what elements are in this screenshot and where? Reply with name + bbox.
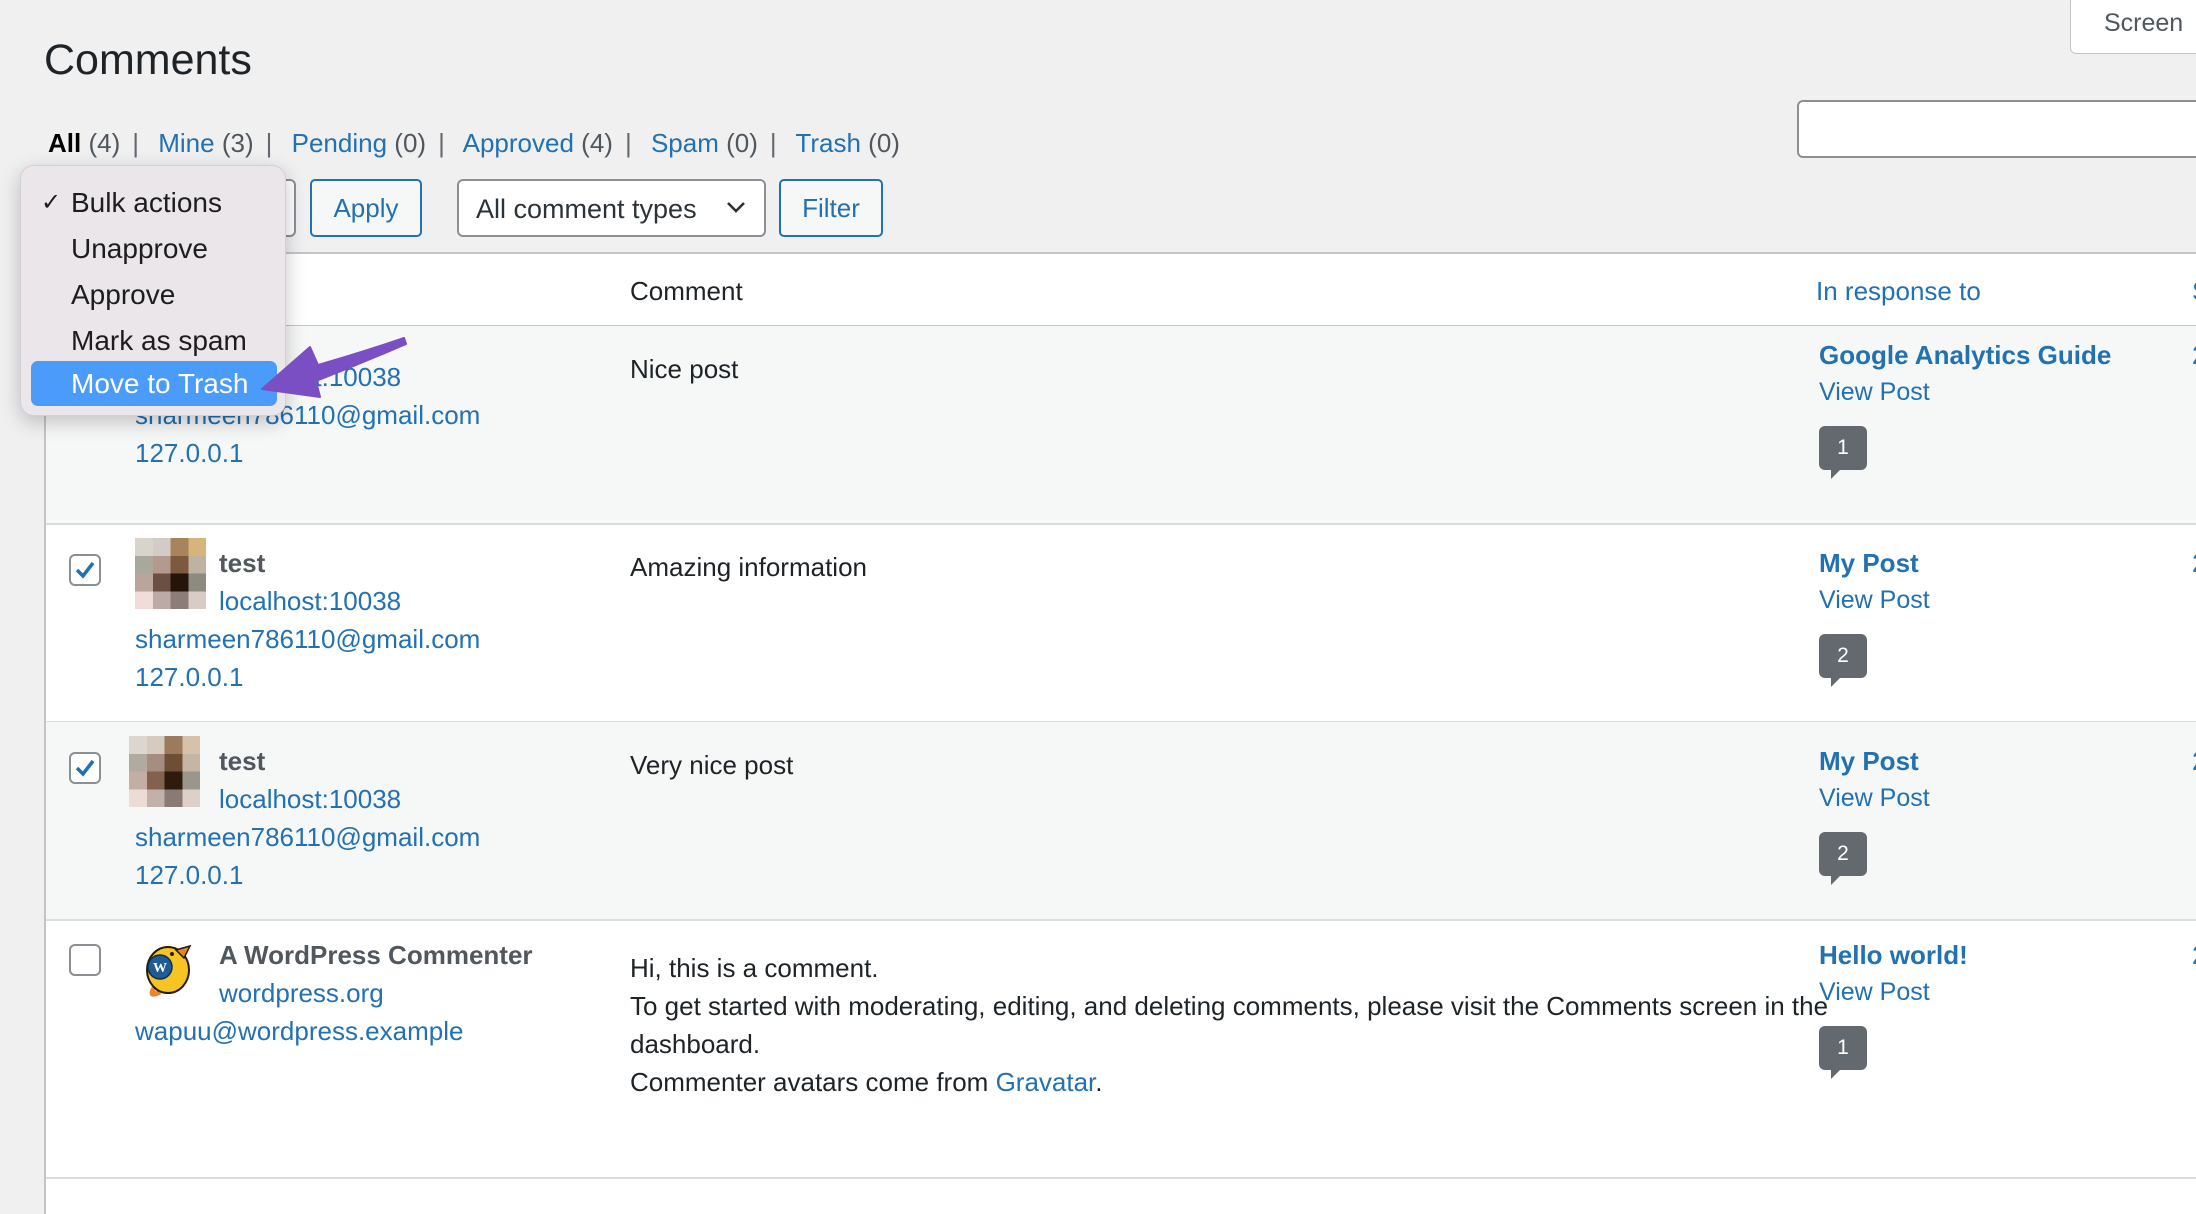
view-post-link[interactable]: View Post	[1819, 784, 1930, 813]
author-name: A WordPress Commenter	[219, 940, 533, 970]
author-email[interactable]: sharmeen786110@gmail.com	[135, 624, 480, 655]
svg-text:W: W	[153, 961, 167, 976]
view-post-link[interactable]: View Post	[1819, 978, 1930, 1007]
author-url[interactable]: localhost:10038	[219, 784, 401, 815]
comment-text: Hi, this is a comment. To get started wi…	[630, 953, 1829, 1097]
separator: |	[132, 128, 140, 158]
status-link-spam[interactable]: Spam (0)	[651, 128, 758, 158]
separator: |	[624, 128, 632, 158]
screen-options-button[interactable]: Screen	[2070, 0, 2196, 54]
view-post-link[interactable]: View Post	[1819, 586, 1930, 615]
wapuu-avatar-icon: W	[146, 944, 192, 997]
status-link-approved[interactable]: Approved (4)	[463, 128, 613, 158]
response-post-title[interactable]: Hello world!	[1819, 940, 1968, 971]
column-header-submitted-on[interactable]: S	[2192, 276, 2196, 307]
apply-button[interactable]: Apply	[310, 179, 422, 237]
submitted-date-partial: 2	[2192, 746, 2196, 777]
avatar-icon	[129, 736, 200, 807]
response-post-title[interactable]: My Post	[1819, 746, 1919, 777]
page-title: Comments	[44, 36, 252, 84]
author-ip[interactable]: 127.0.0.1	[135, 860, 243, 891]
status-filter-links: All (4) | Mine (3) | Pending (0) | Approved…	[48, 128, 900, 159]
comment-count-bubble[interactable]: 1	[1819, 426, 1867, 479]
author-name: test	[219, 746, 266, 776]
comment-count-bubble[interactable]: 2	[1819, 634, 1867, 687]
speech-bubble-tail	[1831, 677, 1841, 687]
menu-item-bulk-actions[interactable]: ✓ Bulk actions	[31, 180, 277, 225]
row-checkbox[interactable]	[69, 944, 101, 976]
filter-label: Filter	[802, 192, 860, 223]
comment-type-selected: All comment types	[476, 194, 697, 224]
table-row: test localhost:10038 sharmeen786110@gmai…	[46, 722, 2196, 921]
author-email[interactable]: sharmeen786110@gmail.com	[135, 822, 480, 853]
status-link-all[interactable]: All (4)	[48, 128, 120, 158]
status-link-mine[interactable]: Mine (3)	[158, 128, 253, 158]
chevron-down-icon	[727, 202, 745, 213]
filter-button[interactable]: Filter	[779, 179, 883, 237]
comment-text: Very nice post	[630, 750, 794, 780]
submitted-date-partial: 2	[2192, 340, 2196, 371]
screen-options-label: Screen	[2104, 9, 2184, 37]
separator: |	[265, 128, 273, 158]
gravatar-link[interactable]: Gravatar	[996, 1067, 1096, 1097]
author-url[interactable]: localhost:10038	[219, 586, 401, 617]
comment-count-bubble[interactable]: 2	[1819, 832, 1867, 885]
checkmark-icon	[75, 759, 95, 777]
column-header-in-response-to[interactable]: In response to	[1816, 276, 1981, 307]
row-checkbox[interactable]	[69, 752, 101, 784]
comment-type-select[interactable]: All comment types	[457, 179, 766, 237]
table-header: Comment In response to S	[46, 254, 2196, 327]
separator: |	[438, 128, 445, 158]
table-row: test localhost:10038 sharmeen786110@gmai…	[46, 524, 2196, 723]
author-ip[interactable]: 127.0.0.1	[135, 438, 243, 469]
comment-count-bubble[interactable]: 1	[1819, 1026, 1867, 1079]
menu-item-unapprove[interactable]: Unapprove	[31, 226, 277, 271]
annotation-arrow-icon	[261, 337, 407, 398]
table-row: W A WordPress Commenter wordpress.org wa…	[46, 920, 2196, 1179]
checkmark-icon	[75, 561, 95, 579]
status-link-trash[interactable]: Trash (0)	[795, 128, 900, 158]
author-name: test	[219, 548, 266, 578]
checkmark-icon: ✓	[41, 189, 62, 216]
apply-label: Apply	[333, 192, 399, 223]
column-header-comment: Comment	[630, 276, 743, 306]
menu-item-approve[interactable]: Approve	[31, 272, 277, 317]
author-ip[interactable]: 127.0.0.1	[135, 662, 243, 693]
response-post-title[interactable]: My Post	[1819, 548, 1919, 579]
avatar-icon	[135, 538, 206, 609]
submitted-date-partial: 2	[2192, 940, 2196, 971]
search-comments-input[interactable]	[1797, 100, 2196, 158]
speech-bubble-tail	[1831, 1069, 1841, 1079]
separator: |	[769, 128, 777, 158]
speech-bubble-tail	[1831, 469, 1841, 479]
submitted-date-partial: 2	[2192, 548, 2196, 579]
status-link-pending[interactable]: Pending (0)	[292, 128, 426, 158]
row-checkbox[interactable]	[69, 554, 101, 586]
comment-text: Amazing information	[630, 552, 867, 582]
speech-bubble-tail	[1831, 875, 1841, 885]
comment-text: Nice post	[630, 354, 739, 384]
author-email[interactable]: wapuu@wordpress.example	[135, 1016, 463, 1047]
author-url[interactable]: wordpress.org	[219, 978, 384, 1009]
view-post-link[interactable]: View Post	[1819, 378, 1930, 407]
response-post-title[interactable]: Google Analytics Guide	[1819, 340, 2111, 371]
